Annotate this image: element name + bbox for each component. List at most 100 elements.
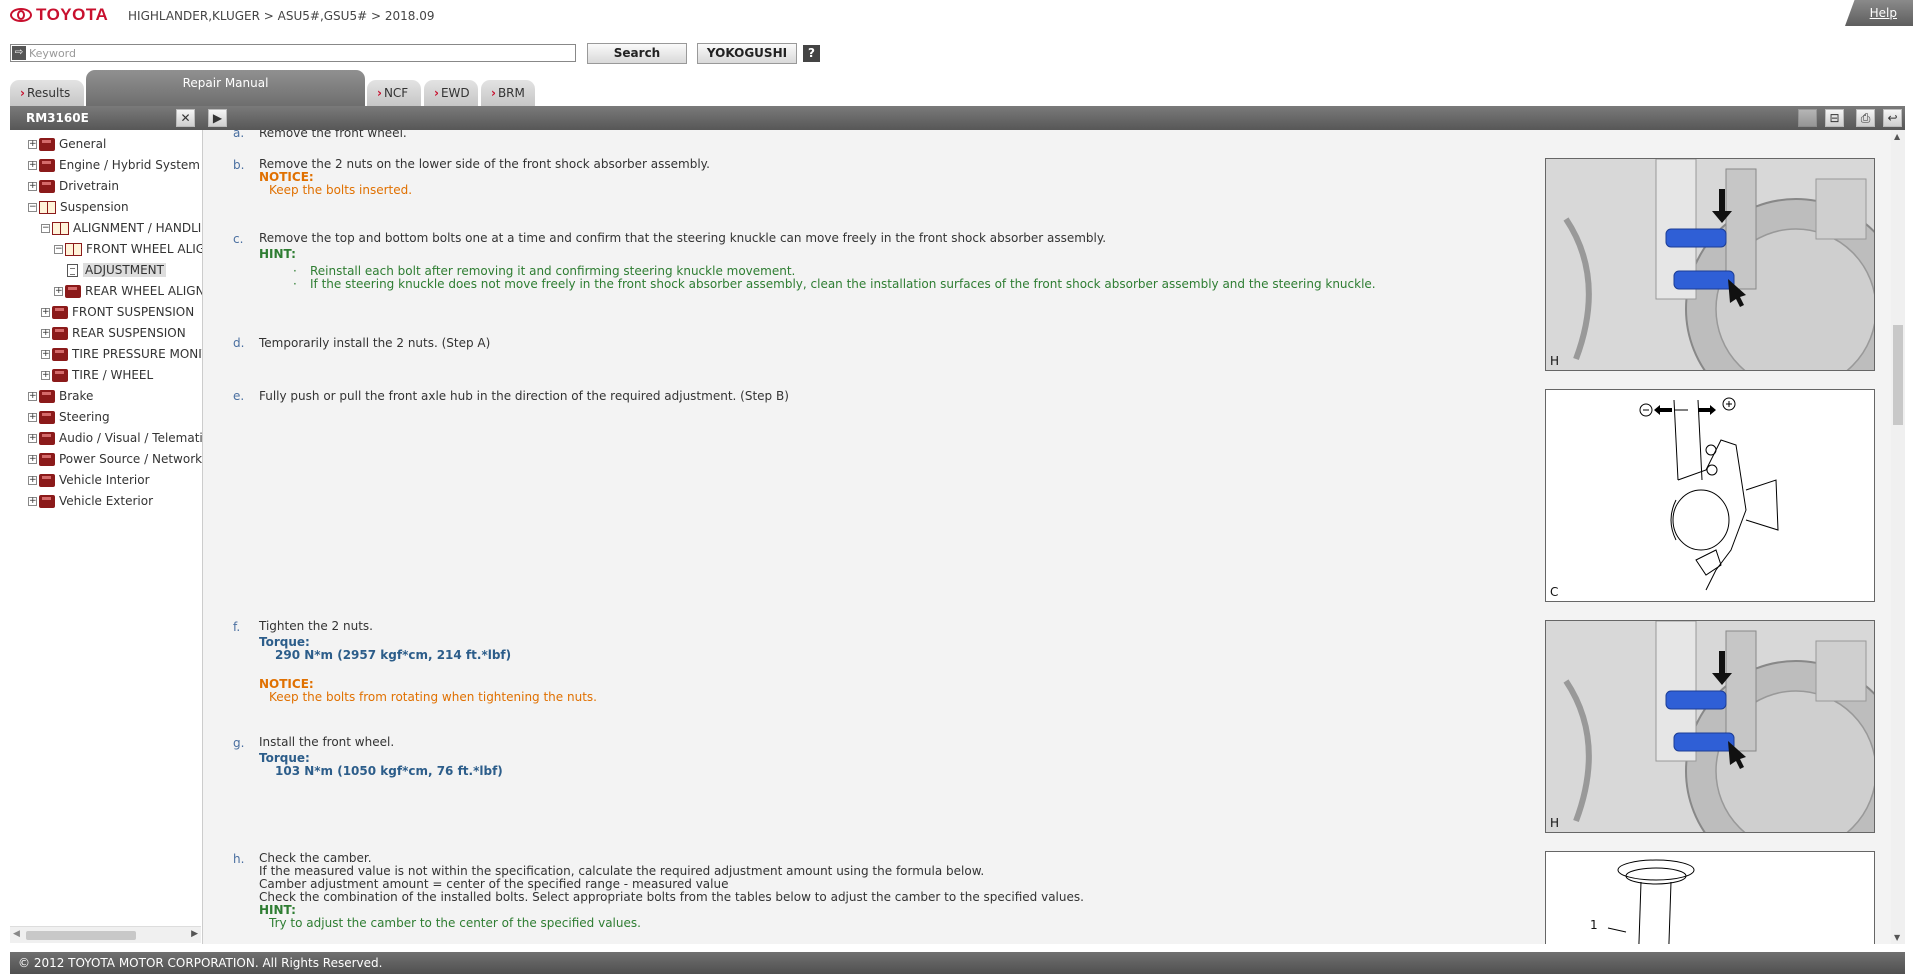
tree-item-vehicle-interior[interactable]: + Vehicle Interior	[28, 471, 150, 489]
scroll-thumb[interactable]	[26, 931, 136, 940]
tree-item-drivetrain[interactable]: + Drivetrain	[28, 177, 119, 195]
book-icon	[39, 494, 55, 508]
expand-plus-icon[interactable]: +	[28, 160, 37, 170]
illustration-camber-strut[interactable]: 1	[1545, 851, 1875, 944]
callout-number: 1	[1590, 918, 1598, 932]
tree-item-steering[interactable]: + Steering	[28, 408, 110, 426]
hint-text: Reinstall each bolt after removing it an…	[310, 264, 796, 278]
illustration-tighten-nuts[interactable]: H	[1545, 620, 1875, 833]
tree-item-label: ADJUSTMENT	[83, 263, 166, 277]
nut-tightening-illustration	[1546, 621, 1874, 832]
tree-item-vehicle-exterior[interactable]: + Vehicle Exterior	[28, 492, 153, 510]
play-right-icon[interactable]: ▶	[208, 109, 227, 127]
expand-plus-icon[interactable]: +	[54, 286, 63, 296]
collapse-minus-icon[interactable]: −	[41, 223, 50, 233]
keyword-search-input[interactable]	[10, 44, 576, 62]
tab-ncf[interactable]: › NCF	[367, 80, 421, 106]
scroll-up-icon[interactable]: ▲	[1894, 132, 1900, 141]
scroll-right-icon[interactable]: ▶	[191, 929, 198, 939]
tree-item-label: REAR SUSPENSION	[72, 326, 186, 340]
hint-bullet-2: · If the steering knuckle does not move f…	[293, 277, 1376, 291]
tree-item-power-source[interactable]: + Power Source / Network	[28, 450, 202, 468]
window-icon[interactable]: ⊟	[1825, 109, 1844, 127]
scroll-left-icon[interactable]: ◀	[13, 929, 20, 939]
tree-item-rear-suspension[interactable]: + REAR SUSPENSION	[41, 324, 186, 342]
close-icon[interactable]: ✕	[176, 109, 195, 127]
torque-value: 290 N*m (2957 kgf*cm, 214 ft.*lbf)	[275, 648, 512, 662]
chevron-right-icon: ›	[377, 86, 382, 100]
keyword-arrow-icon: ⇨	[12, 46, 26, 60]
top-bar: TOYOTA HIGHLANDER,KLUGER > ASU5#,GSU5# >…	[0, 0, 1913, 34]
book-icon	[52, 305, 68, 319]
tree-item-alignment-handling[interactable]: − ALIGNMENT / HANDLIN	[41, 219, 203, 237]
tab-ncf-label: NCF	[383, 86, 409, 100]
tree-item-label: TIRE PRESSURE MONIT	[72, 347, 203, 361]
document-icon	[67, 263, 78, 277]
expand-plus-icon[interactable]: +	[41, 307, 50, 317]
tree-item-label: FRONT WHEEL ALIGN	[86, 242, 203, 256]
tree-item-label: REAR WHEEL ALIGNM	[85, 284, 203, 298]
blank-view-icon[interactable]	[1798, 109, 1817, 127]
tree-item-tire-pressure[interactable]: + TIRE PRESSURE MONIT	[41, 345, 203, 363]
expand-plus-icon[interactable]: +	[28, 454, 37, 464]
tab-brm[interactable]: › BRM	[481, 80, 535, 106]
expand-plus-icon[interactable]: +	[28, 181, 37, 191]
open-book-icon	[65, 242, 82, 256]
tree-item-label: Engine / Hybrid System	[59, 158, 200, 172]
tree-item-tire-wheel[interactable]: + TIRE / WHEEL	[41, 366, 153, 384]
expand-plus-icon[interactable]: +	[28, 475, 37, 485]
back-return-icon[interactable]: ↩	[1883, 109, 1902, 127]
tab-brm-label: BRM	[497, 86, 525, 100]
book-icon	[39, 158, 55, 172]
axle-hub-line-drawing	[1546, 390, 1874, 601]
book-icon	[39, 473, 55, 487]
illustration-shock-absorber-bolts[interactable]: H	[1545, 158, 1875, 371]
tree-horizontal-scrollbar[interactable]: ◀ ▶	[10, 926, 201, 943]
book-icon	[39, 389, 55, 403]
help-link[interactable]: Help	[1870, 6, 1897, 20]
collapse-minus-icon[interactable]: −	[28, 202, 37, 212]
scroll-down-icon[interactable]: ▼	[1894, 933, 1900, 942]
expand-plus-icon[interactable]: +	[28, 412, 37, 422]
tree-item-label: Steering	[59, 410, 110, 424]
question-help-icon[interactable]: ?	[803, 45, 820, 62]
illustration-axle-hub-adjustment[interactable]: C	[1545, 389, 1875, 602]
tree-item-label: Suspension	[60, 200, 129, 214]
expand-plus-icon[interactable]: +	[41, 328, 50, 338]
open-book-icon	[39, 200, 56, 214]
tree-item-rear-wheel-alignment[interactable]: + REAR WHEEL ALIGNM	[54, 282, 203, 300]
tab-results-label: Results	[26, 86, 71, 100]
search-button[interactable]: Search	[587, 43, 687, 64]
tree-item-audio-visual[interactable]: + Audio / Visual / Telematic	[28, 429, 202, 447]
book-icon	[39, 179, 55, 193]
expand-plus-icon[interactable]: +	[41, 370, 50, 380]
tree-item-front-wheel-alignment[interactable]: − FRONT WHEEL ALIGN	[54, 240, 203, 258]
chevron-right-icon: ›	[434, 86, 439, 100]
print-icon[interactable]: ⎙	[1856, 109, 1875, 127]
tree-item-engine[interactable]: + Engine / Hybrid System	[28, 156, 200, 174]
step-text: Fully push or pull the front axle hub in…	[259, 389, 789, 403]
expand-plus-icon[interactable]: +	[28, 433, 37, 443]
step-label: a.	[233, 130, 245, 140]
yokogushi-button[interactable]: YOKOGUSHI	[697, 43, 797, 64]
scroll-thumb[interactable]	[1893, 325, 1903, 425]
tab-ewd-label: EWD	[440, 86, 470, 100]
tree-item-label: ALIGNMENT / HANDLIN	[73, 221, 203, 235]
collapse-minus-icon[interactable]: −	[54, 244, 63, 254]
expand-plus-icon[interactable]: +	[28, 391, 37, 401]
notice-text: Keep the bolts from rotating when tighte…	[269, 690, 597, 704]
tree-item-suspension[interactable]: − Suspension	[28, 198, 129, 216]
hint-text: Try to adjust the camber to the center o…	[269, 916, 641, 930]
tab-repair-manual[interactable]: Repair Manual	[86, 70, 365, 106]
tree-item-front-suspension[interactable]: + FRONT SUSPENSION	[41, 303, 194, 321]
expand-plus-icon[interactable]: +	[28, 496, 37, 506]
tree-item-adjustment[interactable]: ADJUSTMENT	[67, 261, 166, 279]
step-label: h.	[233, 852, 245, 866]
tree-item-brake[interactable]: + Brake	[28, 387, 93, 405]
tree-item-general[interactable]: + General	[28, 135, 106, 153]
expand-plus-icon[interactable]: +	[41, 349, 50, 359]
content-vertical-scrollbar[interactable]: ▲ ▼	[1891, 130, 1905, 944]
tab-results[interactable]: › Results	[10, 80, 84, 106]
expand-plus-icon[interactable]: +	[28, 139, 37, 149]
tab-ewd[interactable]: › EWD	[424, 80, 478, 106]
